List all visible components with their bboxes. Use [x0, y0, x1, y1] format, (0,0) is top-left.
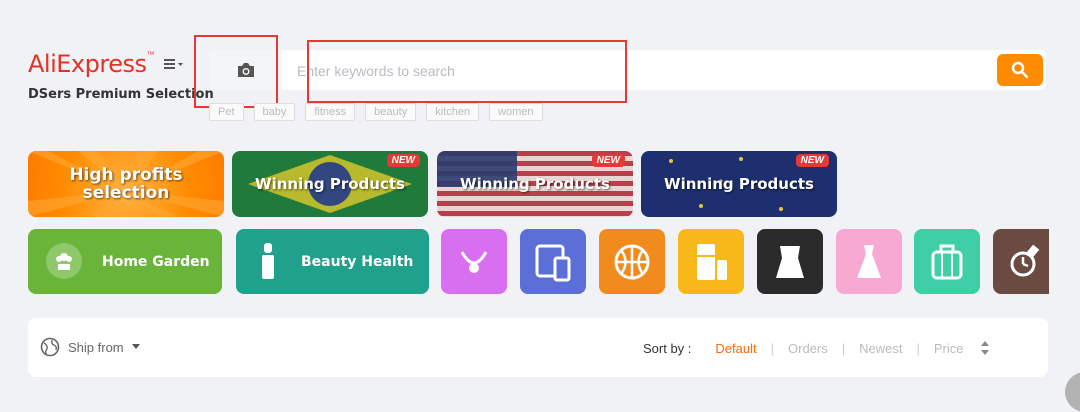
category-electronics[interactable]: [520, 229, 586, 294]
new-badge: NEW: [795, 154, 829, 167]
page-subtitle: DSers Premium Selection: [28, 87, 214, 102]
search-icon: [1011, 61, 1029, 79]
highlight-box-search: [307, 40, 627, 103]
sort-arrows-icon[interactable]: [980, 340, 990, 356]
suggested-tags: Pet baby fitness beauty kitchen women: [209, 103, 543, 121]
category-beauty-health[interactable]: Beauty Health: [236, 229, 429, 294]
watch-icon: [1010, 244, 1040, 276]
globe-icon: [40, 337, 60, 357]
jewelry-icon: [460, 250, 488, 273]
sort-option-price[interactable]: Price: [934, 341, 964, 356]
devices-icon: [535, 244, 571, 281]
tag-item[interactable]: women: [489, 103, 543, 121]
sort-option-default[interactable]: Default: [715, 341, 756, 356]
new-badge: NEW: [386, 154, 420, 167]
banner-high-profits[interactable]: High profits selection: [28, 151, 224, 217]
trademark-mark: ™: [146, 50, 155, 59]
category-appliances[interactable]: [678, 229, 744, 294]
banner-label: Winning Products: [460, 175, 610, 193]
category-label: Beauty Health: [301, 254, 414, 270]
banner-winning-eu[interactable]: NEW Winning Products: [641, 151, 837, 217]
category-luggage[interactable]: [914, 229, 980, 294]
tag-item[interactable]: baby: [253, 103, 296, 121]
caret-down-icon: [131, 344, 140, 349]
tag-item[interactable]: kitchen: [426, 103, 480, 121]
divider: |: [841, 340, 846, 356]
new-badge: NEW: [591, 154, 625, 167]
category-sports[interactable]: [599, 229, 665, 294]
category-label: Home Garden: [102, 254, 210, 270]
sort-option-orders[interactable]: Orders: [788, 341, 828, 356]
lipstick-icon: [256, 241, 280, 286]
dress-icon: [857, 244, 881, 278]
flower-icon: [46, 243, 82, 279]
search-button[interactable]: [997, 54, 1043, 86]
banner-winning-usa[interactable]: NEW Winning Products: [437, 151, 633, 217]
ship-from-dropdown[interactable]: Ship from: [40, 337, 140, 357]
camisole-icon: [776, 245, 804, 278]
divider: |: [916, 340, 920, 356]
sort-option-newest[interactable]: Newest: [859, 341, 902, 356]
menu-dropdown-icon[interactable]: [164, 57, 184, 74]
tag-item[interactable]: fitness: [305, 103, 356, 121]
category-dresses[interactable]: [836, 229, 902, 294]
banner-label: High profits selection: [69, 165, 183, 203]
logo-text: AliExpress: [28, 50, 147, 78]
appliance-icon: [697, 243, 727, 280]
category-jewelry[interactable]: [441, 229, 507, 294]
tag-item[interactable]: beauty: [365, 103, 417, 121]
divider: |: [770, 340, 775, 356]
luggage-icon: [931, 244, 963, 279]
ship-from-label: Ship from: [68, 339, 124, 355]
category-watches[interactable]: [993, 229, 1049, 294]
category-home-garden[interactable]: Home Garden: [28, 229, 222, 294]
sort-controls: Sort by : Default | Orders | Newest | Pr…: [643, 340, 990, 356]
back-to-top-button[interactable]: [1065, 372, 1080, 412]
banner-label: Winning Products: [664, 175, 814, 193]
basketball-icon: [614, 244, 650, 279]
banner-label: Winning Products: [255, 175, 405, 193]
sort-label: Sort by :: [643, 340, 692, 356]
highlight-box-camera: [194, 35, 278, 108]
banner-winning-brazil[interactable]: NEW Winning Products: [232, 151, 428, 217]
tag-item[interactable]: Pet: [209, 103, 244, 121]
aliexpress-logo[interactable]: AliExpress™: [28, 50, 154, 78]
category-women-clothing[interactable]: [757, 229, 823, 294]
